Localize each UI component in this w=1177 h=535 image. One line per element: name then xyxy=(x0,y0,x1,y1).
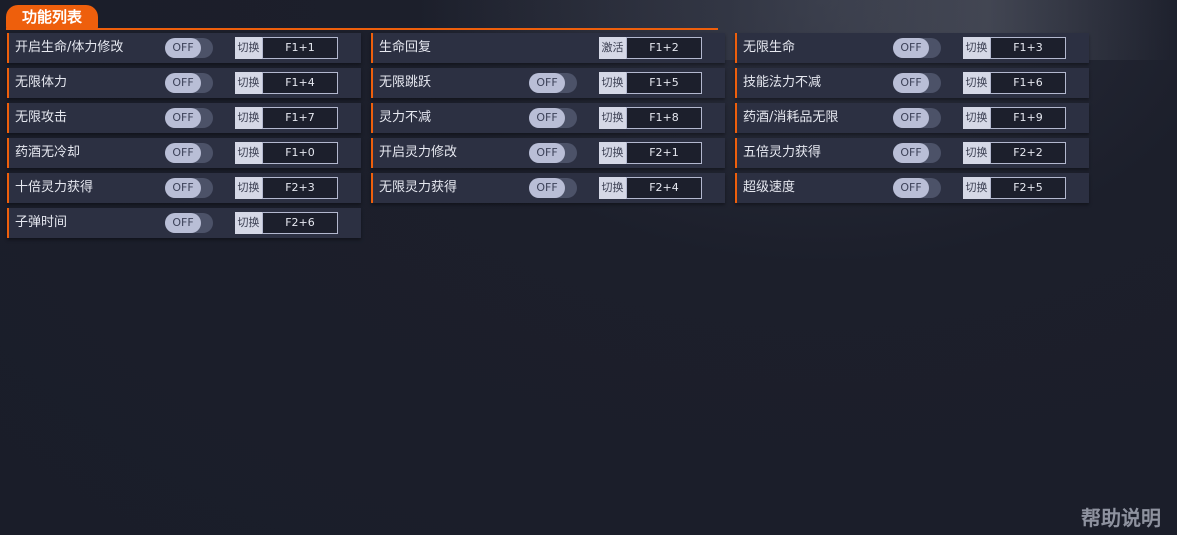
hotkey-field[interactable]: F1+2 xyxy=(626,37,702,59)
feature-toggle[interactable]: OFF xyxy=(529,73,577,93)
feature-name: 技能法力不减 xyxy=(743,75,822,90)
feature-toggle[interactable]: OFF xyxy=(529,143,577,163)
hotkey-field[interactable]: F1+4 xyxy=(262,72,338,94)
hotkey-field[interactable]: F1+1 xyxy=(262,37,338,59)
feature-name: 开启生命/体力修改 xyxy=(15,40,124,55)
feature-row: 无限生命 OFF 切换 F1+3 xyxy=(735,33,1089,63)
feature-name: 五倍灵力获得 xyxy=(743,145,822,160)
feature-name: 十倍灵力获得 xyxy=(15,180,94,195)
feature-toggle[interactable]: OFF xyxy=(893,108,941,128)
hotkey-field[interactable]: F2+6 xyxy=(262,212,338,234)
feature-row: 子弹时间 OFF 切换 F2+6 xyxy=(7,208,361,238)
hotkey-action-label: 切换 xyxy=(235,107,262,129)
feature-name: 药酒无冷却 xyxy=(15,145,81,160)
feature-name: 灵力不减 xyxy=(379,110,432,125)
hotkey-field[interactable]: F2+3 xyxy=(262,177,338,199)
hotkey-field[interactable]: F2+2 xyxy=(990,142,1066,164)
hotkey-action-label: 切换 xyxy=(599,107,626,129)
feature-toggle[interactable]: OFF xyxy=(165,143,213,163)
toggle-state-label: OFF xyxy=(893,38,929,58)
hotkey-field[interactable]: F1+8 xyxy=(626,107,702,129)
header-divider xyxy=(6,28,718,30)
hotkey-field[interactable]: F2+5 xyxy=(990,177,1066,199)
feature-row: 无限攻击 OFF 切换 F1+7 xyxy=(7,103,361,133)
feature-toggle[interactable]: OFF xyxy=(893,73,941,93)
toggle-state-label: OFF xyxy=(165,213,201,233)
hotkey-field[interactable]: F1+6 xyxy=(990,72,1066,94)
feature-list-title: 功能列表 xyxy=(6,5,99,29)
feature-name: 无限灵力获得 xyxy=(379,180,458,195)
feature-row: 无限灵力获得 OFF 切换 F2+4 xyxy=(371,173,725,203)
feature-name: 无限体力 xyxy=(15,75,68,90)
feature-row: 技能法力不减 OFF 切换 F1+6 xyxy=(735,68,1089,98)
hotkey-action-label: 切换 xyxy=(599,142,626,164)
hotkey-action-label: 切换 xyxy=(963,177,990,199)
hotkey-field[interactable]: F1+0 xyxy=(262,142,338,164)
feature-name: 子弹时间 xyxy=(15,215,68,230)
toggle-state-label: OFF xyxy=(165,108,201,128)
toggle-state-label: OFF xyxy=(893,108,929,128)
hotkey-action-label: 切换 xyxy=(963,107,990,129)
feature-row: 无限跳跃 OFF 切换 F1+5 xyxy=(371,68,725,98)
hotkey-field[interactable]: F2+4 xyxy=(626,177,702,199)
hotkey-action-label: 切换 xyxy=(963,142,990,164)
hotkey-action-label: 切换 xyxy=(599,72,626,94)
toggle-state-label: OFF xyxy=(165,38,201,58)
feature-toggle[interactable]: OFF xyxy=(165,213,213,233)
hotkey-field[interactable]: F2+1 xyxy=(626,142,702,164)
hotkey-field[interactable]: F1+7 xyxy=(262,107,338,129)
toggle-state-label: OFF xyxy=(529,143,565,163)
feature-name: 无限攻击 xyxy=(15,110,68,125)
feature-name: 药酒/消耗品无限 xyxy=(743,110,839,125)
hotkey-action-label: 切换 xyxy=(235,212,262,234)
feature-toggle[interactable]: OFF xyxy=(165,178,213,198)
feature-name: 开启灵力修改 xyxy=(379,145,458,160)
hotkey-field[interactable]: F1+3 xyxy=(990,37,1066,59)
toggle-state-label: OFF xyxy=(529,178,565,198)
feature-toggle[interactable]: OFF xyxy=(165,38,213,58)
toggle-state-label: OFF xyxy=(165,73,201,93)
hotkey-action-label: 切换 xyxy=(963,72,990,94)
hotkey-action-label: 切换 xyxy=(235,177,262,199)
help-button[interactable]: 帮助说明 xyxy=(1081,502,1161,531)
feature-row: 十倍灵力获得 OFF 切换 F2+3 xyxy=(7,173,361,203)
hotkey-action-label: 激活 xyxy=(599,37,626,59)
toggle-state-label: OFF xyxy=(165,143,201,163)
feature-toggle[interactable]: OFF xyxy=(165,73,213,93)
feature-name: 无限生命 xyxy=(743,40,796,55)
feature-toggle[interactable]: OFF xyxy=(893,143,941,163)
feature-row: 开启生命/体力修改 OFF 切换 F1+1 xyxy=(7,33,361,63)
hotkey-action-label: 切换 xyxy=(235,37,262,59)
feature-row: 开启灵力修改 OFF 切换 F2+1 xyxy=(371,138,725,168)
feature-row: 生命回复 激活 F1+2 xyxy=(371,33,725,63)
hotkey-action-label: 切换 xyxy=(235,142,262,164)
feature-row: 药酒无冷却 OFF 切换 F1+0 xyxy=(7,138,361,168)
feature-toggle[interactable]: OFF xyxy=(529,178,577,198)
hotkey-action-label: 切换 xyxy=(235,72,262,94)
feature-row: 超级速度 OFF 切换 F2+5 xyxy=(735,173,1089,203)
toggle-state-label: OFF xyxy=(529,108,565,128)
feature-toggle[interactable]: OFF xyxy=(529,108,577,128)
feature-row: 灵力不减 OFF 切换 F1+8 xyxy=(371,103,725,133)
hotkey-action-label: 切换 xyxy=(963,37,990,59)
hotkey-field[interactable]: F1+9 xyxy=(990,107,1066,129)
hotkey-action-label: 切换 xyxy=(599,177,626,199)
toggle-state-label: OFF xyxy=(529,73,565,93)
hotkey-field[interactable]: F1+5 xyxy=(626,72,702,94)
feature-row: 五倍灵力获得 OFF 切换 F2+2 xyxy=(735,138,1089,168)
feature-name: 生命回复 xyxy=(379,40,432,55)
feature-grid: 开启生命/体力修改 OFF 切换 F1+1 生命回复 激活 F1+2 无限生命 OFF 切换 F1+… xyxy=(7,33,1089,238)
toggle-state-label: OFF xyxy=(893,73,929,93)
feature-toggle[interactable]: OFF xyxy=(165,108,213,128)
toggle-state-label: OFF xyxy=(165,178,201,198)
feature-toggle[interactable]: OFF xyxy=(893,38,941,58)
toggle-state-label: OFF xyxy=(893,178,929,198)
feature-name: 超级速度 xyxy=(743,180,796,195)
feature-toggle[interactable]: OFF xyxy=(893,178,941,198)
feature-row: 无限体力 OFF 切换 F1+4 xyxy=(7,68,361,98)
toggle-state-label: OFF xyxy=(893,143,929,163)
feature-row: 药酒/消耗品无限 OFF 切换 F1+9 xyxy=(735,103,1089,133)
feature-name: 无限跳跃 xyxy=(379,75,432,90)
